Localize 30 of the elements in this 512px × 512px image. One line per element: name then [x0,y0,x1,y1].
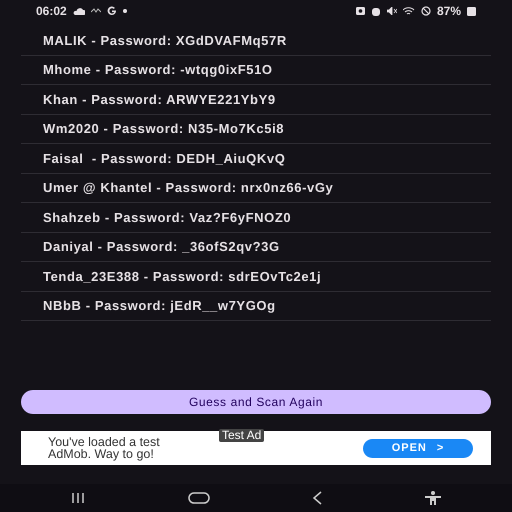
camera-icon [356,7,365,15]
do-not-disturb-icon [420,6,431,16]
guess-scan-button[interactable]: Guess and Scan Again [21,390,491,414]
ad-banner[interactable]: You've loaded a test AdMob. Way to go! Test Ad OPEN > [21,431,491,465]
network-password-text: Khan - Password: ARWYE221YbY9 [43,92,276,107]
clock: 06:02 [36,4,67,18]
network-password-text: Faisal - Password: DEDH_AiuQKvQ [43,150,286,166]
mute-icon [386,7,397,15]
accessibility-icon[interactable] [424,491,441,505]
network-password-text: Tenda_23E388 - Password: sdrEOvTc2e1j [43,268,322,284]
weather-icon [72,7,85,15]
wifi-icon [402,6,415,16]
network-password-text: Umer @ Khantel - Password: nrx0nz66-vGy [43,180,334,196]
google-icon [106,6,117,16]
network-password-text: Daniyal - Password: _36ofS2qv?3G [43,239,280,254]
battery-percent: 87% [436,4,461,18]
network-password-text: MALIK - Password: XGdDVAFMq57R [43,32,287,48]
recent-apps-icon[interactable] [71,493,86,503]
network-password-text: Wm2020 - Password: N35-Mo7Kc5i8 [43,121,284,136]
signal-icon [90,8,101,14]
dot-icon [122,9,127,13]
network-password-text: Shahzeb - Password: Vaz?F6yFNOZ0 [43,210,292,225]
network-password-text: NBbB - Password: jEdR__w7YGOg [43,298,276,314]
ad-text: You've loaded a test [48,436,160,448]
network-password-text: Mhome - Password: -wtqg0ixF51O [43,62,273,78]
open-button[interactable]: OPEN > [363,438,473,458]
test-ad-label: Test Ad [219,429,264,442]
back-icon[interactable] [312,491,322,505]
ad-text: AdMob. Way to go! [48,448,155,460]
home-icon[interactable] [188,492,210,504]
